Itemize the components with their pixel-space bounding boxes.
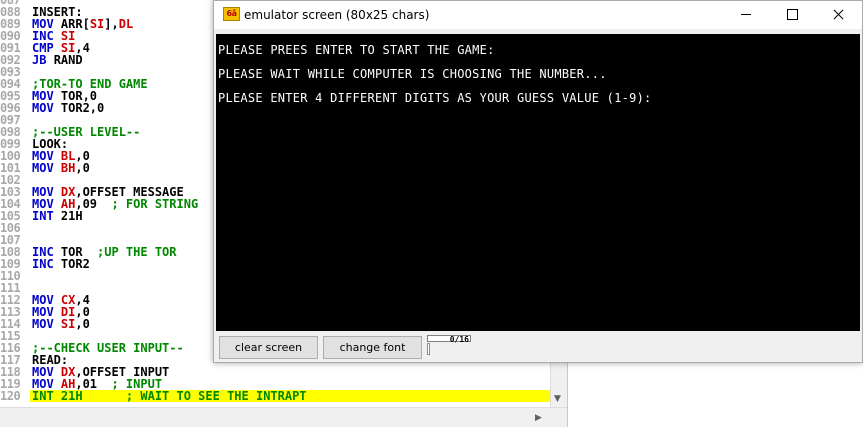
emulator-console[interactable]: PLEASE PREES ENTER TO START THE GAME: PL… bbox=[216, 34, 860, 331]
maximize-button[interactable] bbox=[769, 1, 815, 29]
code-token: MOV bbox=[32, 317, 61, 331]
emu8086-app-icon: 6å bbox=[223, 7, 240, 21]
code-token: ,0 bbox=[75, 161, 90, 175]
code-token: RAND bbox=[53, 53, 83, 67]
maximize-icon bbox=[787, 9, 798, 20]
console-line: PLEASE PREES ENTER TO START THE GAME: bbox=[218, 43, 495, 57]
clear-screen-button[interactable]: clear screen bbox=[219, 336, 318, 359]
code-token: INT bbox=[32, 209, 61, 223]
code-token: BH bbox=[60, 161, 76, 175]
code-token: SI bbox=[89, 17, 105, 31]
console-line: PLEASE WAIT WHILE COMPUTER IS CHOOSING T… bbox=[218, 67, 607, 81]
emulator-button-bar: clear screen change font 0/16 bbox=[214, 333, 862, 362]
code-token: TOR2,0 bbox=[60, 101, 105, 115]
input-indicator bbox=[427, 343, 430, 355]
scroll-right-arrow-icon[interactable]: ▶ bbox=[535, 412, 542, 424]
close-button[interactable] bbox=[815, 1, 861, 29]
code-token: ;UP THE TOR bbox=[97, 245, 177, 259]
emulator-title-bar[interactable]: 6å emulator screen (80x25 chars) bbox=[214, 1, 862, 29]
minimize-icon bbox=[741, 14, 751, 15]
code-token: TOR2 bbox=[60, 257, 90, 271]
code-token: ; FOR STRING bbox=[111, 197, 199, 211]
code-token: MOV bbox=[32, 101, 61, 115]
char-counter: 0/16 bbox=[427, 335, 471, 344]
code-token: DL bbox=[118, 17, 134, 31]
scroll-down-arrow-icon[interactable]: ▼ bbox=[554, 393, 561, 405]
window-title: emulator screen (80x25 chars) bbox=[244, 8, 430, 22]
code-token: SI bbox=[60, 317, 76, 331]
change-font-button[interactable]: change font bbox=[323, 336, 422, 359]
code-token: INT 21H ; WAIT TO SEE THE INTRAPT bbox=[32, 389, 307, 403]
console-line: PLEASE ENTER 4 DIFFERENT DIGITS AS YOUR … bbox=[218, 91, 652, 105]
code-token: ], bbox=[104, 17, 119, 31]
code-token: ,0 bbox=[75, 317, 90, 331]
current-line[interactable]: INT 21H ; WAIT TO SEE THE INTRAPT bbox=[30, 390, 550, 402]
minimize-button[interactable] bbox=[723, 1, 769, 29]
horizontal-scrollbar[interactable]: ▶ bbox=[0, 407, 567, 427]
code-token: INC bbox=[32, 257, 61, 271]
emulator-window: 6å emulator screen (80x25 chars) PLEASE … bbox=[213, 0, 863, 363]
code-token: JB bbox=[32, 53, 54, 67]
code-token: MOV bbox=[32, 161, 61, 175]
code-token: 21H bbox=[60, 209, 83, 223]
